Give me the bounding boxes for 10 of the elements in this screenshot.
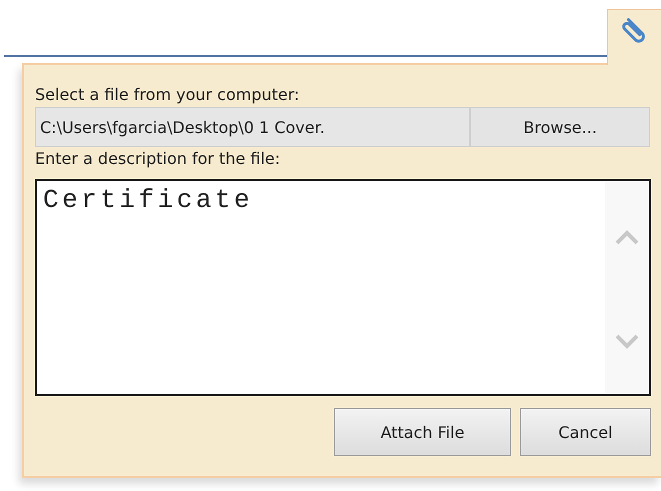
file-label: Select a file from your computer: — [35, 84, 300, 106]
file-path-field[interactable]: C:\Users\fgarcia\Desktop\0 1 Cover. — [35, 107, 470, 147]
cancel-button[interactable]: Cancel — [520, 408, 651, 456]
scroll-up-icon[interactable] — [615, 229, 639, 245]
attach-file-button[interactable]: Attach File — [334, 408, 511, 456]
attachment-tab[interactable] — [607, 9, 661, 65]
browse-button[interactable]: Browse... — [470, 107, 650, 147]
description-label: Enter a description for the file: — [35, 148, 282, 170]
description-field[interactable]: Certificate — [35, 179, 651, 396]
scroll-down-icon[interactable] — [615, 334, 639, 350]
